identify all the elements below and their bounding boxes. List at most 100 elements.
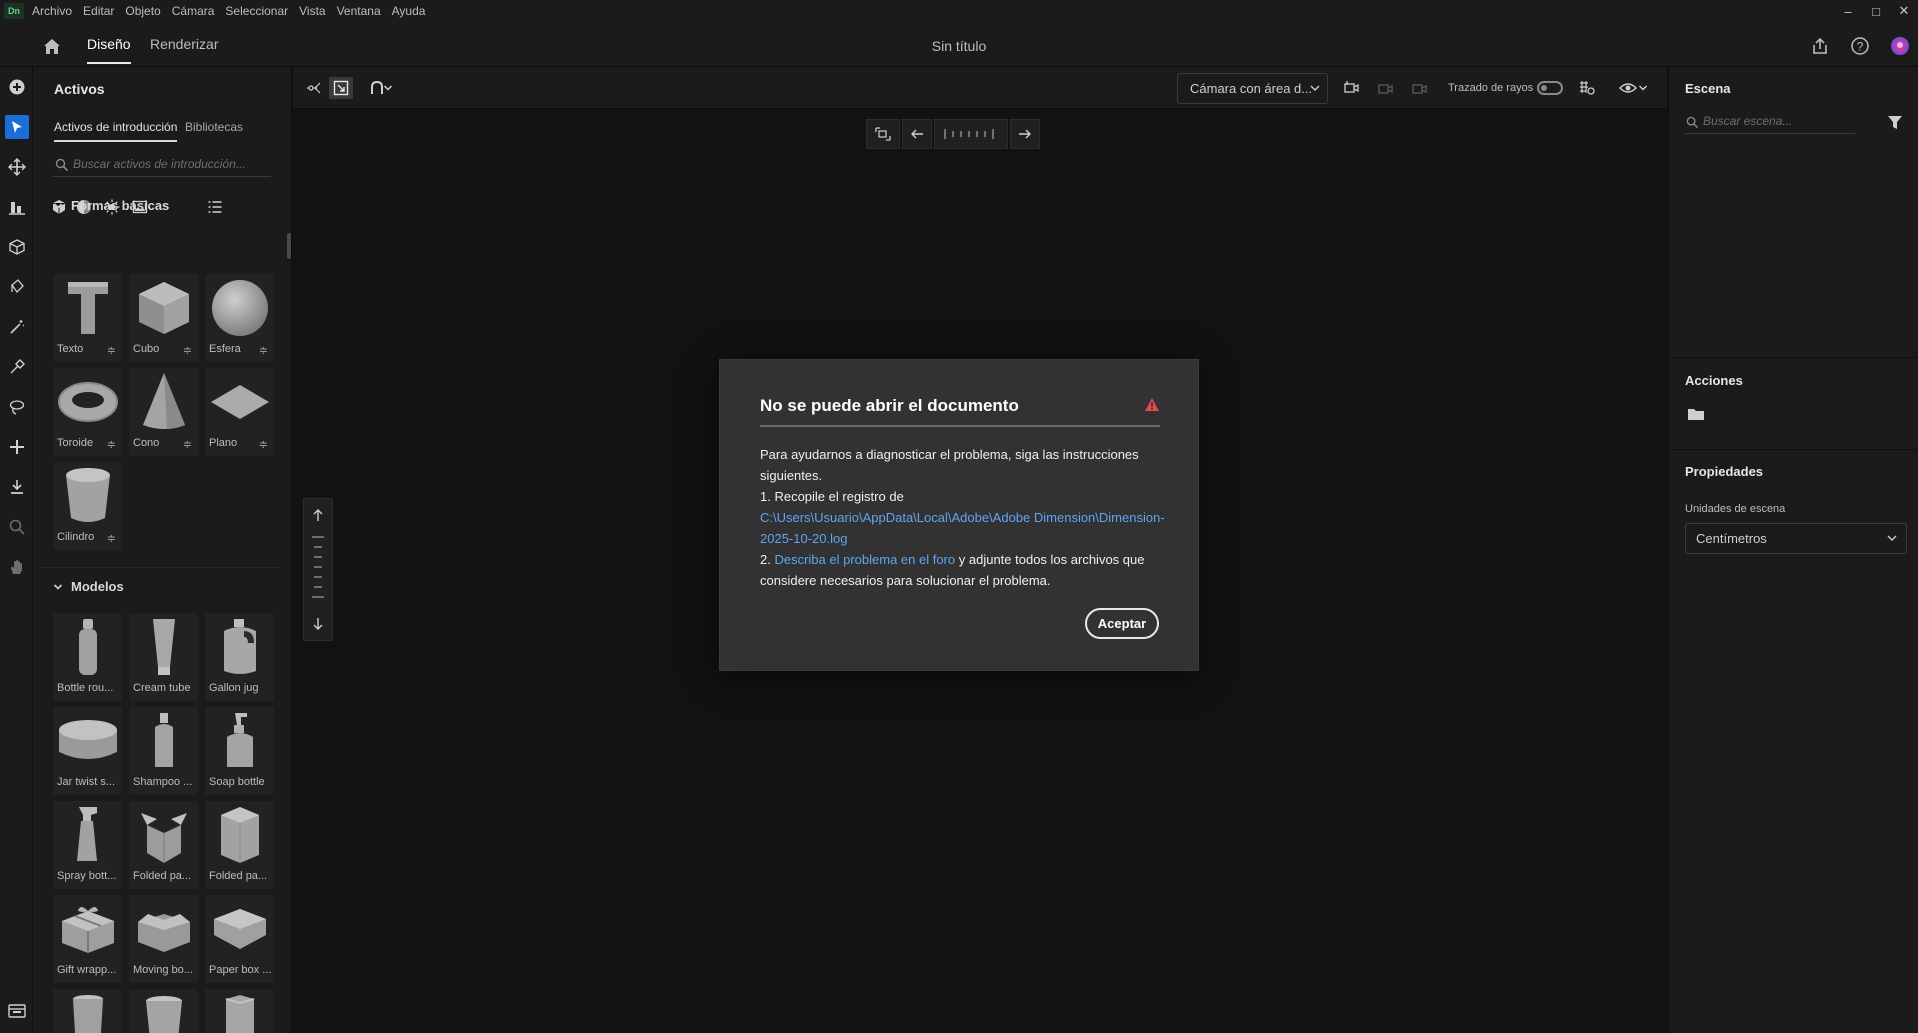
render-preview-settings-button[interactable]	[1575, 77, 1599, 99]
tab-renderizar[interactable]: Renderizar	[150, 36, 218, 52]
redo-camera-button[interactable]	[1408, 77, 1432, 99]
panel-toggle-tool[interactable]	[5, 999, 29, 1023]
assets-search-input[interactable]	[73, 157, 263, 171]
asset-options-icon[interactable]: ≑	[259, 438, 268, 451]
tab-diseno[interactable]: Diseño	[87, 36, 131, 64]
asset-options-icon[interactable]: ≑	[183, 344, 192, 357]
asset-options-icon[interactable]: ≑	[259, 344, 268, 357]
panel-separator	[1669, 357, 1918, 358]
visibility-dropdown[interactable]	[1636, 77, 1650, 99]
asset-tile-soap-bottle[interactable]: Soap bottle	[205, 707, 274, 795]
snap-options-dropdown[interactable]	[381, 77, 395, 99]
menu-seleccionar[interactable]: Seleccionar	[225, 4, 288, 18]
drop-tool[interactable]	[5, 475, 29, 499]
asset-tile-partial[interactable]	[53, 989, 122, 1033]
list-view-button[interactable]	[204, 196, 226, 218]
asset-options-icon[interactable]: ≑	[107, 344, 116, 357]
align-tool[interactable]	[5, 195, 29, 219]
asset-tile-esfera[interactable]: Esfera ≑	[205, 274, 274, 362]
vertical-slider-ticks-icon[interactable]	[310, 534, 326, 604]
subtab-activos-introduccion[interactable]: Activos de introducción	[54, 120, 178, 142]
nav-left-button[interactable]	[902, 119, 932, 149]
accept-button[interactable]: Aceptar	[1085, 608, 1159, 639]
user-avatar-icon[interactable]	[1890, 36, 1910, 56]
asset-tile-cilindro[interactable]: Cilindro ≑	[53, 462, 122, 550]
scene-units-select[interactable]: Centímetros	[1685, 523, 1907, 554]
camera-add-icon	[1344, 81, 1359, 93]
nav-horizontal-slider[interactable]	[934, 119, 1008, 149]
arrow-up-icon[interactable]	[312, 508, 324, 522]
asset-tile-folded-pack-closed[interactable]: Folded pa...	[205, 801, 274, 889]
menu-ayuda[interactable]: Ayuda	[392, 4, 426, 18]
filter-icon[interactable]	[1887, 114, 1903, 130]
material-tool[interactable]	[5, 275, 29, 299]
log-path-link[interactable]: C:\Users\Usuario\AppData\Local\Adobe\Ado…	[760, 507, 1170, 549]
arrow-down-icon[interactable]	[312, 617, 324, 631]
move-tool[interactable]	[5, 155, 29, 179]
camera-bookmark-button[interactable]	[1340, 77, 1364, 99]
asset-tile-gallon-jug[interactable]: Gallon jug	[205, 613, 274, 701]
subtab-bibliotecas[interactable]: Bibliotecas	[185, 120, 243, 134]
sample-tool[interactable]	[5, 355, 29, 379]
assets-scrollbar[interactable]	[287, 233, 291, 259]
viewport-toolbar: Cámara con área d... Trazado de rayos	[293, 67, 1667, 109]
undo-camera-button[interactable]	[1374, 77, 1398, 99]
asset-tile-spray-bottle[interactable]: Spray bott...	[53, 801, 122, 889]
cube-tool[interactable]	[5, 235, 29, 259]
section-modelos[interactable]: Modelos	[53, 579, 124, 594]
asset-tile-shampoo[interactable]: Shampoo ...	[129, 707, 198, 795]
asset-tile-cubo[interactable]: Cubo ≑	[129, 274, 198, 362]
menu-objeto[interactable]: Objeto	[125, 4, 160, 18]
share-icon[interactable]	[1810, 36, 1830, 56]
asset-tile-folded-pack-open[interactable]: Folded pa...	[129, 801, 198, 889]
assets-panel-title: Activos	[54, 81, 105, 97]
asset-label: Paper box ...	[209, 964, 272, 976]
menu-editar[interactable]: Editar	[83, 4, 114, 18]
pan-tool[interactable]	[5, 555, 29, 579]
asset-tile-plano[interactable]: Plano ≑	[205, 368, 274, 456]
asset-tile-cono[interactable]: Cono ≑	[129, 368, 198, 456]
forum-link[interactable]: Describa el problema en el foro	[774, 552, 955, 567]
asset-options-icon[interactable]: ≑	[183, 438, 192, 451]
fit-view-button[interactable]	[329, 77, 353, 99]
minimize-button[interactable]: –	[1834, 4, 1862, 19]
section-formas-basicas[interactable]: Formas básicas	[53, 198, 169, 213]
asset-tile-gift-wrapped[interactable]: Gift wrapp...	[53, 895, 122, 983]
section-divider	[41, 567, 279, 568]
nav-right-button[interactable]	[1010, 119, 1040, 149]
home-icon[interactable]	[42, 37, 62, 55]
asset-tile-paper-box[interactable]: Paper box ...	[205, 895, 274, 983]
scene-search-input[interactable]	[1703, 114, 1851, 128]
camera-select[interactable]: Cámara con área d...	[1177, 73, 1328, 104]
menu-camara[interactable]: Cámara	[172, 4, 215, 18]
add-tool[interactable]	[5, 75, 29, 99]
asset-tile-bottle-round[interactable]: Bottle rou...	[53, 613, 122, 701]
folded-box-closed-icon	[220, 807, 259, 863]
asset-tile-partial[interactable]	[129, 989, 198, 1033]
asset-tile-partial[interactable]	[205, 989, 274, 1033]
asset-tile-jar-twist[interactable]: Jar twist s...	[53, 707, 122, 795]
menu-ventana[interactable]: Ventana	[337, 4, 381, 18]
orbit-tool[interactable]	[5, 435, 29, 459]
asset-tile-cream-tube[interactable]: Cream tube	[129, 613, 198, 701]
maximize-button[interactable]: □	[1862, 4, 1890, 19]
scene-graph-button[interactable]	[303, 77, 327, 99]
help-icon[interactable]: ?	[1850, 36, 1870, 56]
menu-archivo[interactable]: Archivo	[32, 4, 72, 18]
model-thumb	[132, 803, 195, 867]
camera-frame-button[interactable]	[866, 119, 900, 149]
zoom-tool[interactable]	[5, 515, 29, 539]
asset-tile-moving-box[interactable]: Moving bo...	[129, 895, 198, 983]
raytrace-toggle[interactable]	[1537, 81, 1563, 95]
select-tool[interactable]	[5, 115, 29, 139]
eyedropper-icon	[10, 359, 25, 374]
close-button[interactable]: ✕	[1890, 3, 1918, 19]
folder-icon[interactable]	[1687, 407, 1705, 421]
asset-options-icon[interactable]: ≑	[107, 438, 116, 451]
asset-tile-toroide[interactable]: Toroide ≑	[53, 368, 122, 456]
asset-tile-texto[interactable]: Texto ≑	[53, 274, 122, 362]
lasso-tool[interactable]	[5, 395, 29, 419]
asset-options-icon[interactable]: ≑	[107, 532, 116, 545]
magic-wand-tool[interactable]	[5, 315, 29, 339]
menu-vista[interactable]: Vista	[299, 4, 325, 18]
